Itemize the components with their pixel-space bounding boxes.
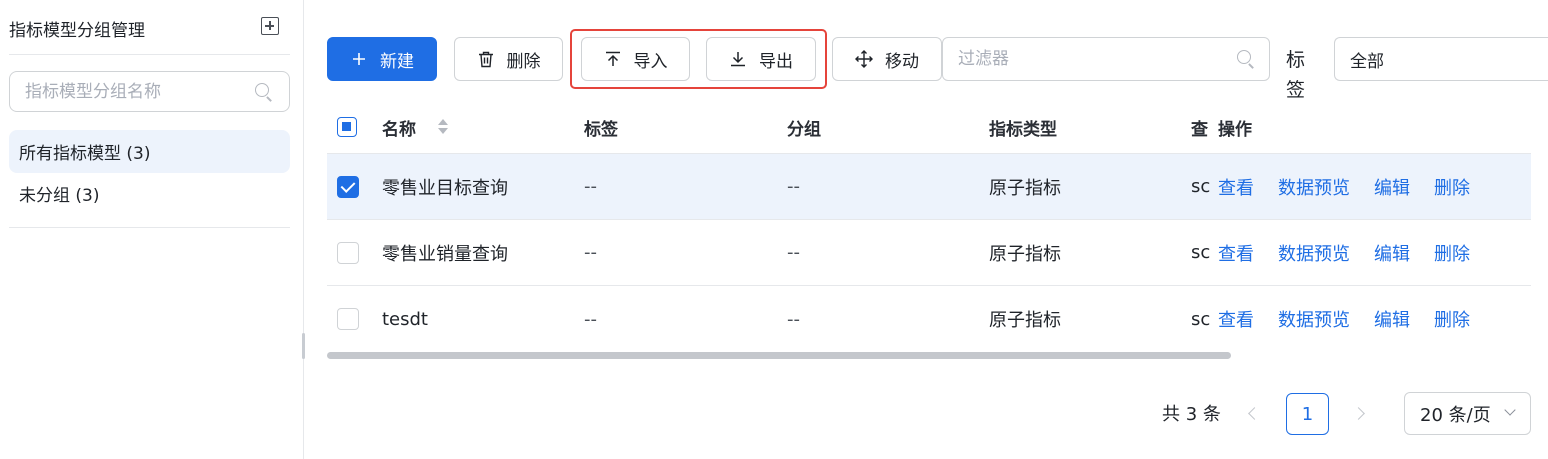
page-size-select[interactable]: 20 条/页 [1404, 392, 1531, 435]
pagination-total: 共 3 条 [1162, 404, 1221, 425]
cell-name: 零售业目标查询 [382, 177, 508, 199]
table-row[interactable]: 零售业目标查询 -- -- 原子指标 sc 查看 数据预览 编辑 删除 [327, 154, 1531, 220]
table-row[interactable]: 零售业销量查询 -- -- 原子指标 sc 查看 数据预览 编辑 删除 [327, 220, 1531, 286]
data-preview-link[interactable]: 数据预览 [1278, 306, 1350, 332]
column-header-ops: 操作 [1218, 101, 1531, 153]
group-search-field[interactable] [9, 71, 290, 112]
cell-type: 原子指标 [989, 243, 1061, 265]
page-size-value: 20 条/页 [1420, 404, 1491, 426]
column-header-name: 名称 [382, 119, 416, 140]
filter-field[interactable] [942, 37, 1270, 81]
delete-link[interactable]: 删除 [1434, 174, 1470, 200]
group-search-input[interactable] [25, 81, 245, 102]
table-row[interactable]: tesdt -- -- 原子指标 sc 查看 数据预览 编辑 删除 [327, 286, 1531, 352]
download-icon [729, 50, 747, 68]
move-button[interactable]: 移动 [832, 37, 942, 81]
trash-icon [477, 50, 495, 68]
view-link[interactable]: 查看 [1218, 174, 1254, 200]
edit-link[interactable]: 编辑 [1374, 306, 1410, 332]
sort-icon[interactable] [438, 119, 448, 135]
tag-filter-value: 全部 [1350, 51, 1384, 72]
cell-tag: -- [584, 308, 597, 330]
row-checkbox[interactable] [337, 308, 359, 330]
upload-icon [604, 50, 622, 68]
page-button-current[interactable]: 1 [1286, 393, 1329, 435]
export-button[interactable]: 导出 [706, 37, 816, 81]
new-button[interactable]: 新建 [327, 37, 437, 81]
column-header-type: 指标类型 [989, 119, 1057, 140]
add-group-icon[interactable] [261, 17, 279, 35]
cell-name: tesdt [382, 308, 428, 330]
data-preview-link[interactable]: 数据预览 [1278, 240, 1350, 266]
cell-ops: 查看 数据预览 编辑 删除 [1218, 220, 1531, 285]
cell-ops: 查看 数据预览 编辑 删除 [1218, 154, 1531, 219]
column-header-group: 分组 [787, 119, 821, 140]
chevron-down-icon [1504, 404, 1516, 416]
sidebar-item-ungrouped[interactable]: 未分组 (3) [9, 172, 290, 215]
cell-query: sc [1191, 242, 1211, 263]
view-link[interactable]: 查看 [1218, 306, 1254, 332]
move-icon [855, 50, 873, 68]
delete-link[interactable]: 删除 [1434, 240, 1470, 266]
prev-page-icon[interactable] [1245, 404, 1261, 424]
row-checkbox[interactable] [337, 241, 359, 264]
edit-link[interactable]: 编辑 [1374, 174, 1410, 200]
sidebar-resize-handle[interactable] [302, 333, 305, 359]
ops-header-label: 操作 [1218, 119, 1252, 140]
data-preview-link[interactable]: 数据预览 [1278, 174, 1350, 200]
next-page-icon[interactable] [1352, 404, 1368, 424]
horizontal-scrollbar[interactable] [327, 352, 1231, 359]
divider [9, 227, 290, 228]
edit-link[interactable]: 编辑 [1374, 240, 1410, 266]
cell-tag: -- [584, 176, 597, 197]
import-button-label: 导入 [633, 51, 668, 72]
cell-query: sc [1191, 176, 1211, 197]
sidebar-item-all-models[interactable]: 所有指标模型 (3) [9, 130, 290, 173]
cell-ops: 查看 数据预览 编辑 删除 [1218, 286, 1531, 352]
search-icon[interactable] [1237, 50, 1255, 69]
sidebar-item-label: 所有指标模型 (3) [19, 144, 151, 164]
sidebar-header: 指标模型分组管理 [9, 14, 279, 42]
move-button-label: 移动 [885, 51, 919, 72]
sidebar-title: 指标模型分组管理 [9, 20, 145, 41]
table-header-row: 名称 标签 分组 指标类型 查 操作 [327, 101, 1531, 154]
sidebar-item-label: 未分组 (3) [19, 186, 100, 206]
divider [9, 54, 290, 55]
export-button-label: 导出 [759, 51, 793, 72]
select-all-checkbox[interactable] [337, 117, 357, 137]
cell-type: 原子指标 [989, 177, 1061, 199]
delete-button[interactable]: 删除 [454, 37, 563, 81]
filter-input[interactable] [958, 49, 1218, 69]
row-checkbox[interactable] [337, 175, 359, 198]
cell-group: -- [787, 176, 800, 197]
search-icon[interactable] [255, 83, 273, 102]
delete-link[interactable]: 删除 [1434, 306, 1470, 332]
plus-icon [350, 50, 368, 68]
cell-query: sc [1191, 308, 1211, 330]
cell-group: -- [787, 242, 800, 263]
cell-type: 原子指标 [989, 310, 1061, 331]
tag-filter-select[interactable]: 全部 [1334, 37, 1548, 81]
import-button[interactable]: 导入 [581, 37, 690, 81]
sidebar: 指标模型分组管理 所有指标模型 (3) 未分组 (3) [0, 0, 304, 459]
column-header-tag: 标签 [584, 119, 618, 140]
tag-filter-label: 标签 [1286, 49, 1306, 101]
new-button-label: 新建 [380, 51, 414, 72]
cell-tag: -- [584, 242, 597, 263]
cell-group: -- [787, 308, 800, 330]
view-link[interactable]: 查看 [1218, 240, 1254, 266]
cell-name: 零售业销量查询 [382, 243, 508, 265]
column-header-query: 查 [1191, 119, 1208, 140]
delete-button-label: 删除 [506, 51, 541, 72]
